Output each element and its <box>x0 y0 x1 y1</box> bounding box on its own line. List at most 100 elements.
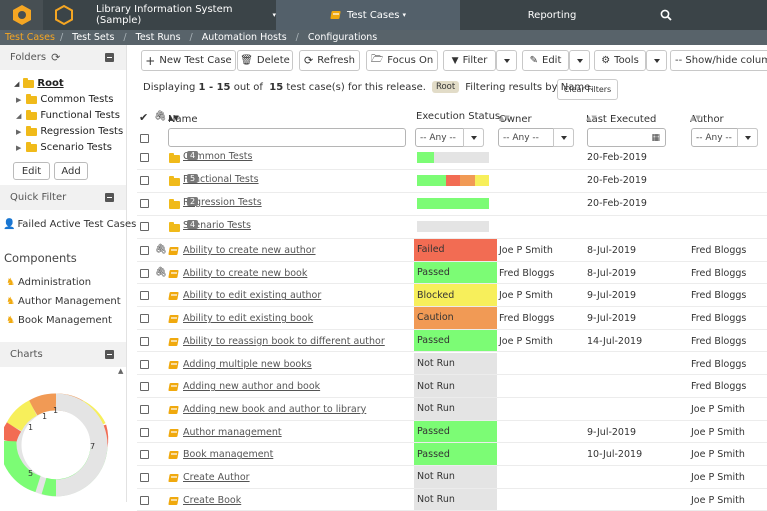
edit-dropdown-button[interactable] <box>569 50 590 71</box>
tree-item-regression-tests[interactable]: ▶ Regression Tests <box>16 125 123 137</box>
folder-add-button[interactable]: Add <box>54 162 88 180</box>
test-case-name-link[interactable]: Ability to create new book <box>183 268 307 279</box>
component-book-management[interactable]: ♞ Book Management <box>6 315 112 326</box>
test-case-row[interactable]: Book management Passed 10-Jul-2019 Joe P Sm… <box>137 443 767 466</box>
test-case-row[interactable]: Create Author Not Run Joe P Smith <box>137 466 767 489</box>
focus-on-button[interactable]: 🗁 Focus On <box>366 50 438 71</box>
collapse-icon[interactable] <box>105 53 114 62</box>
test-case-name-link[interactable]: Ability to create new author <box>183 245 316 256</box>
attachment-icon[interactable]: 🖇 <box>154 111 167 122</box>
select-all-checkbox[interactable] <box>140 134 149 143</box>
date-filter-input[interactable]: ▦ <box>587 128 666 147</box>
test-case-row[interactable]: Ability to reassign book to different au… <box>137 329 767 353</box>
row-checkbox[interactable] <box>140 246 149 255</box>
row-checkbox[interactable] <box>140 291 149 301</box>
folder-row[interactable]: Common Tests 4 20-Feb-2019 <box>137 147 767 170</box>
row-checkbox[interactable] <box>140 359 149 369</box>
grid-header: ✔ 🖇 Name ▲▼ Execution Status Owner ▲▼ La… <box>137 108 767 126</box>
status-filter-dropdown[interactable] <box>463 128 484 147</box>
component-author-management[interactable]: ♞ Author Management <box>6 296 121 307</box>
project-selector[interactable]: Library Information System (Sample) ▾ <box>84 0 276 30</box>
column-status[interactable]: Execution Status <box>416 111 500 122</box>
row-checkbox[interactable] <box>140 450 149 460</box>
tools-button[interactable]: ⚙ Tools <box>594 50 646 71</box>
app-logo[interactable] <box>0 0 43 30</box>
test-case-row[interactable]: Create Book Not Run Joe P Smith <box>137 488 767 511</box>
author: Fred Bloggs <box>691 381 747 393</box>
test-case-name-link[interactable]: Ability to edit existing book <box>183 313 313 324</box>
folder-count-badge: 2 <box>187 197 199 206</box>
row-checkbox[interactable] <box>140 473 149 482</box>
collapse-icon[interactable] <box>105 193 114 202</box>
workspace-icon[interactable] <box>43 0 84 30</box>
last-executed: 10-Jul-2019 <box>587 449 643 461</box>
test-case-icon <box>168 474 179 482</box>
subnav-test-runs[interactable]: Test Runs <box>127 32 190 43</box>
test-case-row[interactable]: 🖇 Ability to create new book Passed Fred Bl… <box>137 261 767 285</box>
row-checkbox[interactable] <box>140 268 149 278</box>
name-filter-input[interactable] <box>168 128 406 147</box>
folder-row[interactable]: Functional Tests 5 20-Feb-2019 <box>137 170 767 193</box>
test-case-row[interactable]: Ability to edit existing author Blocked Jo… <box>137 284 767 308</box>
row-checkbox[interactable] <box>140 336 149 346</box>
component-administration[interactable]: ♞ Administration <box>6 277 91 288</box>
filter-dropdown-button[interactable] <box>496 50 517 71</box>
test-case-name-link[interactable]: Adding new author and book <box>183 381 320 392</box>
subnav-test-sets[interactable]: Test Sets <box>63 32 123 43</box>
row-checkbox[interactable] <box>140 222 149 231</box>
test-case-row[interactable]: Ability to edit existing book Caution Fred… <box>137 307 767 330</box>
clear-filters-button[interactable]: Clear Filters <box>557 79 618 100</box>
tree-item-root[interactable]: ◢ Root <box>14 77 64 89</box>
test-case-row[interactable]: Adding multiple new books Not Run Fred Blo… <box>137 352 767 376</box>
test-case-name-link[interactable]: Author management <box>183 427 282 438</box>
row-checkbox[interactable] <box>140 153 149 162</box>
scroll-up-icon[interactable]: ▲ <box>118 367 123 375</box>
test-case-name-link[interactable]: Create Book <box>183 495 241 506</box>
subnav-automation-hosts[interactable]: Automation Hosts <box>193 32 296 43</box>
row-checkbox[interactable] <box>140 314 149 324</box>
test-case-row[interactable]: Adding new book and author to library Not… <box>137 397 767 421</box>
owner-filter-dropdown[interactable] <box>553 128 574 147</box>
test-case-name-link[interactable]: Ability to edit existing author <box>183 290 321 301</box>
refresh-button[interactable]: ⟳ Refresh <box>299 50 360 71</box>
collapse-icon[interactable] <box>105 350 114 359</box>
new-test-case-button[interactable]: + New Test Case <box>141 50 236 71</box>
quick-filter-item[interactable]: 👤 Failed Active Test Cases <box>3 219 136 230</box>
test-case-name-link[interactable]: Adding new book and author to library <box>183 404 366 415</box>
charts-header: Charts <box>0 342 126 367</box>
tree-item-functional-tests[interactable]: ◢ Functional Tests <box>16 109 120 121</box>
folder-row[interactable]: Regression Tests 2 20-Feb-2019 <box>137 193 767 216</box>
tools-dropdown-button[interactable] <box>646 50 667 71</box>
test-case-row[interactable]: Adding new author and book Not Run Fred Bl… <box>137 375 767 398</box>
show-hide-columns-select[interactable]: -- Show/hide columns -- <box>670 50 767 71</box>
folder-edit-button[interactable]: Edit <box>13 162 50 180</box>
row-checkbox[interactable] <box>140 176 149 185</box>
last-executed: 9-Jul-2019 <box>587 313 637 325</box>
test-case-name-link[interactable]: Adding multiple new books <box>183 359 312 370</box>
row-checkbox[interactable] <box>140 427 149 437</box>
folder-row[interactable]: Scenario Tests 4 <box>137 216 767 239</box>
test-case-name-link[interactable]: Ability to reassign book to different au… <box>183 336 385 347</box>
checkmark-icon[interactable]: ✔ <box>139 111 148 124</box>
delete-button[interactable]: 🗑 Delete <box>237 50 293 71</box>
row-checkbox[interactable] <box>140 199 149 208</box>
row-checkbox[interactable] <box>140 495 149 505</box>
search-button[interactable] <box>644 0 688 30</box>
subnav-test-cases[interactable]: Test Cases <box>0 32 60 43</box>
tree-item-common-tests[interactable]: ▶ Common Tests <box>16 93 114 105</box>
tree-item-scenario-tests[interactable]: ▶ Scenario Tests <box>16 141 112 153</box>
subnav-configurations[interactable]: Configurations <box>299 32 382 43</box>
test-case-row[interactable]: Author management Passed 9-Jul-2019 Joe P S… <box>137 420 767 444</box>
test-case-name-link[interactable]: Book management <box>183 449 273 460</box>
row-checkbox[interactable] <box>140 382 149 392</box>
filter-button[interactable]: ▼ Filter <box>443 50 496 71</box>
author-filter-dropdown[interactable] <box>737 128 758 147</box>
calendar-icon[interactable]: ▦ <box>651 133 660 143</box>
tab-reporting[interactable]: Reporting <box>460 0 644 30</box>
test-case-row[interactable]: 🖇 Ability to create new author Failed Joe P… <box>137 239 767 262</box>
edit-button[interactable]: ✎ Edit <box>522 50 569 71</box>
test-case-name-link[interactable]: Create Author <box>183 472 250 483</box>
row-checkbox[interactable] <box>140 404 149 414</box>
tab-test-cases[interactable]: Test Cases ▾ <box>276 0 460 30</box>
refresh-icon[interactable]: ⟳ <box>51 51 60 64</box>
